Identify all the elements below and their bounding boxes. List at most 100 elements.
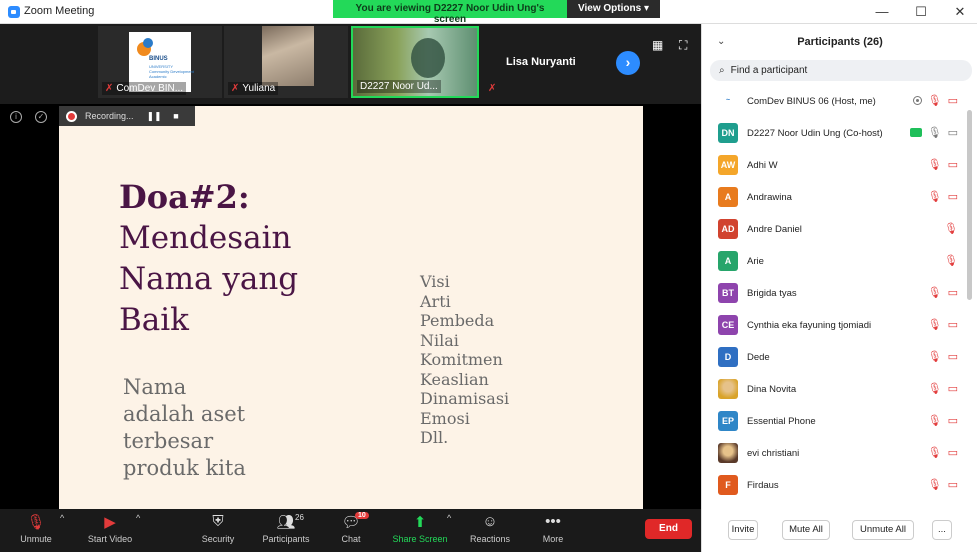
participant-name: Arie [747,256,764,267]
participant-status-icons: 🎙︎ ▭ [928,318,958,331]
next-page-button[interactable]: › [616,51,640,75]
tile-name: ✗ ComDev BIN... [102,82,187,95]
mic-off-icon: 🎙︎ [927,287,942,299]
close-button[interactable]: ✕ [945,4,975,20]
logo-mark-blue [143,38,153,48]
reactions-button[interactable]: ☺ Reactions [467,513,513,544]
mic-off-icon: 🎙︎ [927,351,942,363]
share-screen-icon: ⬆ [413,514,427,531]
shield-icon: ⛨ [212,513,224,530]
avatar: DN [718,123,738,143]
share-options-caret[interactable]: ^ [447,513,451,523]
video-options-caret[interactable]: ^ [136,513,140,523]
participant-row[interactable]: EP Essential Phone 🎙︎ ▭ [702,406,968,438]
participant-row[interactable]: ~ ComDev BINUS 06 (Host, me) 🎙︎ ▭ [702,86,968,118]
participant-search[interactable]: ⌕ [710,60,972,81]
participant-silhouette [411,38,445,78]
participant-row[interactable]: A Arie 🎙︎ [702,246,968,278]
slide-title: Doa#2: [119,178,250,216]
mic-off-icon: 🎙︎ [927,447,942,459]
participant-row[interactable]: evi christiani 🎙︎ ▭ [702,438,968,470]
recording-label: Recording... [85,111,134,121]
minimize-button[interactable]: — [867,4,897,19]
participant-status-icons: 🎙︎ ▭ [928,158,958,171]
panel-more-button[interactable]: ... [932,520,952,540]
mute-all-button[interactable]: Mute All [782,520,830,540]
share-screen-button[interactable]: ⬆ Share Screen [390,513,450,544]
maximize-button[interactable]: ☐ [906,4,936,20]
unmute-button[interactable]: 🎙︎ Unmute [16,513,56,544]
tile-name: ✗ [485,82,499,95]
avatar [718,443,738,463]
participant-status-icons: 🎙︎ ▭ [928,414,958,427]
scrollbar[interactable] [967,110,972,300]
audio-options-caret[interactable]: ^ [60,513,64,523]
participant-row[interactable]: Dina Novita 🎙︎ ▭ [702,374,968,406]
end-meeting-button[interactable]: End [645,519,692,539]
video-tile-yuliana[interactable]: ✗ Yuliana [224,26,348,98]
video-tile-comdev[interactable]: BINUS UNIVERSITY Community Development A… [98,26,222,98]
participant-row[interactable]: AD Andre Daniel 🎙︎ [702,214,968,246]
participant-name: Andrawina [747,192,792,203]
unmute-all-button[interactable]: Unmute All [852,520,914,540]
start-video-button[interactable]: ▶︎ Start Video [82,513,138,544]
participants-button[interactable]: 👥︎ 26 Participants [257,513,315,544]
avatar: BT [718,283,738,303]
panel-buttons: Invite Mute All Unmute All ... [702,520,977,542]
info-icon[interactable]: i [10,111,22,123]
stop-recording-button[interactable]: ■ [165,111,187,121]
chat-button[interactable]: 💬︎ 10 Chat [335,512,369,544]
more-icon: ••• [545,513,561,530]
video-off-icon: ▭ [947,383,958,395]
participant-row[interactable]: D Dede 🎙︎ ▭ [702,342,968,374]
pause-recording-button[interactable]: ❚❚ [143,111,165,122]
participant-name: Dina Novita [747,384,797,395]
tile-name: D2227 Noor Ud... [357,80,441,93]
encryption-shield-icon[interactable]: ✓ [35,111,47,123]
participants-icon: 👥︎ [276,514,296,531]
participant-row[interactable]: AW Adhi W 🎙︎ ▭ [702,150,968,182]
participants-count: 26 [295,513,304,522]
avatar [718,379,738,399]
reactions-icon: ☺ [482,513,498,530]
security-button[interactable]: ⛨ Security [196,513,240,544]
avatar: ~ [718,91,738,111]
participant-row[interactable]: F Firdaus 🎙︎ ▭ [702,470,968,502]
avatar: D [718,347,738,367]
participant-status-icons: 🎙︎ ▭ [909,126,958,139]
fullscreen-icon[interactable]: ⛶ [679,38,687,53]
slide-left-text: Nama adalah aset terbesar produk kita [123,375,246,480]
mic-off-icon: 🎙︎ [927,95,942,107]
slide-right-list: Visi Arti Pembeda Nilai Komitmen Keaslia… [420,272,510,447]
participant-photo [262,26,314,86]
participant-row[interactable]: CE Cynthia eka fayuning tjomiadi 🎙︎ ▭ [702,310,968,342]
search-input[interactable] [730,65,951,76]
participant-status-icons: 🎙︎ ▭ [928,286,958,299]
participant-row[interactable]: BT Brigida tyas 🎙︎ ▭ [702,278,968,310]
mic-off-icon: 🎙︎ [944,223,958,235]
video-off-icon: ▭ [947,415,958,427]
recording-indicator: Recording... ❚❚ ■ [59,106,195,126]
panel-title: Participants (26) [797,36,883,48]
shared-slide: Doa#2: Mendesain Nama yang Baik Nama ada… [59,106,643,509]
more-button[interactable]: ••• More [538,513,568,544]
gallery-view-icon[interactable]: ▦ [652,38,663,52]
video-off-icon: ▭ [947,287,958,299]
search-icon: ⌕ [719,65,725,76]
participant-row[interactable]: A Andrawina 🎙︎ ▭ [702,182,968,214]
participant-name: Adhi W [747,160,778,171]
mic-off-icon: ✗ [488,83,497,94]
mic-off-icon: 🎙︎ [26,514,46,531]
avatar: AW [718,155,738,175]
window-title: Zoom Meeting [24,5,95,17]
mic-off-icon: 🎙︎ [927,415,942,427]
view-options-button[interactable]: View Options ▾ [567,0,660,18]
video-tile-noor[interactable]: D2227 Noor Ud... [351,26,479,98]
chat-badge: 10 [355,512,369,519]
participant-row[interactable]: DN D2227 Noor Udin Ung (Co-host) 🎙︎ ▭ [702,118,968,150]
avatar: EP [718,411,738,431]
participant-status-icons: 🎙︎ ▭ [912,94,958,107]
meeting-toolbar: 🎙︎ Unmute ^ ▶︎ Start Video ^ ⛨ Security … [0,509,701,552]
mic-off-icon: 🎙︎ [927,479,942,491]
invite-button[interactable]: Invite [728,520,758,540]
